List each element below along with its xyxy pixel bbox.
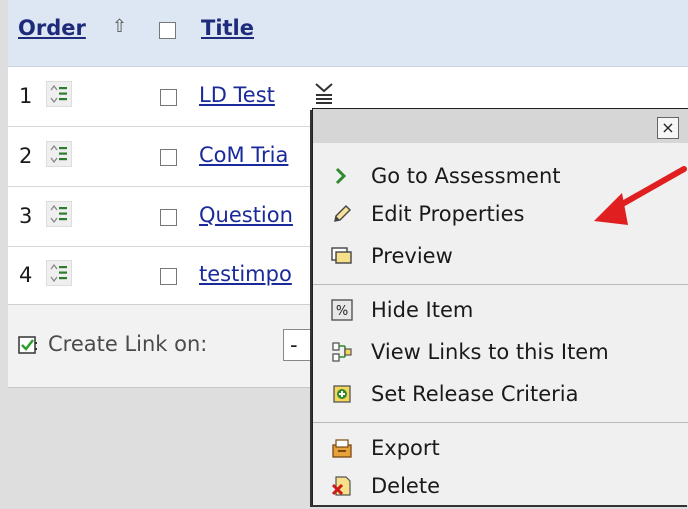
links-icon <box>331 341 353 363</box>
context-menu-trigger-icon[interactable] <box>313 81 335 110</box>
pencil-icon <box>331 203 353 225</box>
reorder-icon[interactable] <box>46 81 72 107</box>
menu-item-label: Set Release Criteria <box>371 382 579 406</box>
export-icon <box>331 437 353 459</box>
create-link-label: Create Link on: <box>48 332 208 356</box>
preview-icon <box>331 245 353 267</box>
table-header: Order ⇧ Title <box>8 0 688 67</box>
title-column-header[interactable]: Title <box>201 16 254 40</box>
reorder-icon[interactable] <box>46 260 72 286</box>
sort-up-icon[interactable]: ⇧ <box>112 16 127 37</box>
menu-item-hide-item[interactable]: % Hide Item <box>313 289 688 333</box>
row-checkbox[interactable] <box>160 209 177 226</box>
item-title-link[interactable]: LD Test <box>199 83 275 107</box>
checkmark-icon <box>18 336 38 361</box>
menu-item-set-release-criteria[interactable]: Set Release Criteria <box>313 373 688 417</box>
item-title-link[interactable]: Question <box>199 203 293 227</box>
menu-item-label: Preview <box>371 244 453 268</box>
row-checkbox[interactable] <box>160 149 177 166</box>
menu-item-label: View Links to this Item <box>371 340 609 364</box>
context-menu-titlebar: × <box>313 109 688 143</box>
row-number: 4 <box>19 263 33 287</box>
row-checkbox[interactable] <box>160 89 177 106</box>
menu-item-label: Edit Properties <box>371 202 525 226</box>
reorder-icon[interactable] <box>46 141 72 167</box>
menu-item-label: Hide Item <box>371 298 474 322</box>
delete-icon <box>331 475 353 497</box>
row-checkbox[interactable] <box>160 268 177 285</box>
order-column-header[interactable]: Order <box>18 16 86 40</box>
hide-icon: % <box>331 299 353 321</box>
annotation-arrow-icon <box>594 166 687 225</box>
release-criteria-icon <box>331 383 353 405</box>
menu-item-view-links[interactable]: View Links to this Item <box>313 331 688 375</box>
menu-item-delete[interactable]: Delete <box>313 465 688 509</box>
select-all-checkbox[interactable] <box>159 22 176 39</box>
menu-separator <box>313 422 688 423</box>
reorder-icon[interactable] <box>46 201 72 227</box>
menu-item-label: Delete <box>371 474 440 498</box>
item-title-link[interactable]: testimpo <box>199 262 292 286</box>
row-number: 3 <box>19 204 33 228</box>
close-icon[interactable]: × <box>657 117 679 139</box>
chevron-right-icon <box>331 165 353 187</box>
svg-text:%: % <box>336 304 348 319</box>
item-title-link[interactable]: CoM Tria <box>199 143 288 167</box>
row-number: 1 <box>19 84 33 108</box>
menu-item-label: Go to Assessment <box>371 164 561 188</box>
menu-separator <box>313 284 688 285</box>
row-number: 2 <box>19 144 33 168</box>
menu-item-label: Export <box>371 436 440 460</box>
